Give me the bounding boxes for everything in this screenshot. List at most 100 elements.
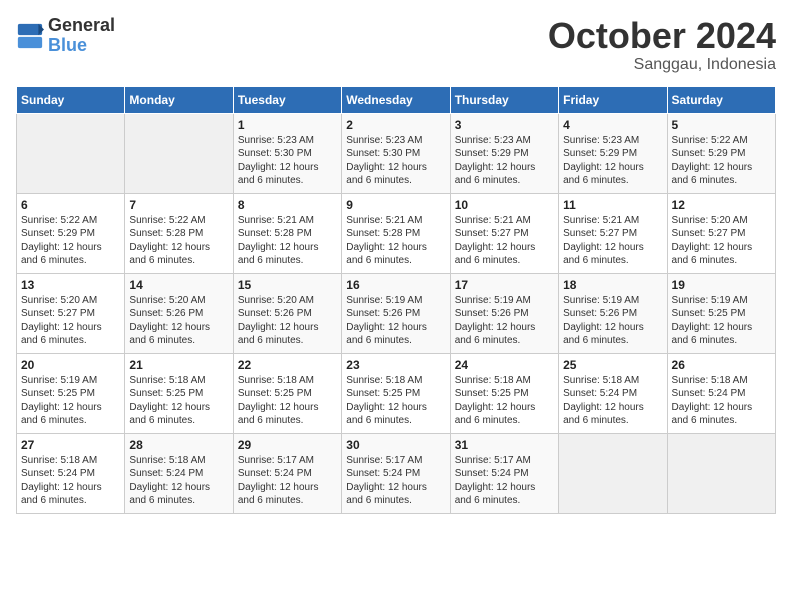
calendar-cell <box>125 113 233 193</box>
day-info: Sunrise: 5:17 AM Sunset: 5:24 PM Dayligh… <box>238 454 337 508</box>
page-header: General Blue October 2024 Sanggau, Indon… <box>16 16 776 74</box>
day-info: Sunrise: 5:21 AM Sunset: 5:28 PM Dayligh… <box>238 214 337 268</box>
day-number: 4 <box>563 118 662 132</box>
day-info: Sunrise: 5:22 AM Sunset: 5:29 PM Dayligh… <box>21 214 120 268</box>
day-info: Sunrise: 5:22 AM Sunset: 5:29 PM Dayligh… <box>672 134 771 188</box>
day-number: 25 <box>563 358 662 372</box>
day-info: Sunrise: 5:23 AM Sunset: 5:29 PM Dayligh… <box>455 134 554 188</box>
day-header: Friday <box>559 86 667 113</box>
day-info: Sunrise: 5:23 AM Sunset: 5:30 PM Dayligh… <box>346 134 445 188</box>
day-number: 9 <box>346 198 445 212</box>
day-header: Thursday <box>450 86 558 113</box>
calendar-cell <box>17 113 125 193</box>
day-info: Sunrise: 5:19 AM Sunset: 5:25 PM Dayligh… <box>21 374 120 428</box>
day-number: 22 <box>238 358 337 372</box>
day-info: Sunrise: 5:21 AM Sunset: 5:27 PM Dayligh… <box>563 214 662 268</box>
day-number: 29 <box>238 438 337 452</box>
calendar-cell: 7 Sunrise: 5:22 AM Sunset: 5:28 PM Daylig… <box>125 193 233 273</box>
calendar-cell: 22 Sunrise: 5:18 AM Sunset: 5:25 PM Dayli… <box>233 353 341 433</box>
day-info: Sunrise: 5:23 AM Sunset: 5:30 PM Dayligh… <box>238 134 337 188</box>
day-info: Sunrise: 5:18 AM Sunset: 5:24 PM Dayligh… <box>129 454 228 508</box>
day-info: Sunrise: 5:21 AM Sunset: 5:27 PM Dayligh… <box>455 214 554 268</box>
day-header: Sunday <box>17 86 125 113</box>
day-number: 14 <box>129 278 228 292</box>
calendar-cell: 24Sunrise: 5:18 AM Sunset: 5:25 PM Dayli… <box>450 353 558 433</box>
calendar-cell: 31 Sunrise: 5:17 AM Sunset: 5:24 PM Dayli… <box>450 433 558 513</box>
calendar-cell <box>667 433 775 513</box>
day-number: 30 <box>346 438 445 452</box>
calendar-cell: 5Sunrise: 5:22 AM Sunset: 5:29 PM Daylig… <box>667 113 775 193</box>
calendar-cell: 10 Sunrise: 5:21 AM Sunset: 5:27 PM Dayli… <box>450 193 558 273</box>
day-info: Sunrise: 5:18 AM Sunset: 5:24 PM Dayligh… <box>21 454 120 508</box>
day-info: Sunrise: 5:21 AM Sunset: 5:28 PM Dayligh… <box>346 214 445 268</box>
day-info: Sunrise: 5:19 AM Sunset: 5:26 PM Dayligh… <box>563 294 662 348</box>
calendar-cell: 21 Sunrise: 5:18 AM Sunset: 5:25 PM Dayli… <box>125 353 233 433</box>
day-info: Sunrise: 5:20 AM Sunset: 5:27 PM Dayligh… <box>672 214 771 268</box>
day-number: 11 <box>563 198 662 212</box>
calendar-week-row: 1 Sunrise: 5:23 AM Sunset: 5:30 PM Daylig… <box>17 113 776 193</box>
day-number: 18 <box>563 278 662 292</box>
day-header: Saturday <box>667 86 775 113</box>
calendar-cell: 13Sunrise: 5:20 AM Sunset: 5:27 PM Dayli… <box>17 273 125 353</box>
day-number: 27 <box>21 438 120 452</box>
header-row: SundayMondayTuesdayWednesdayThursdayFrid… <box>17 86 776 113</box>
calendar-cell: 30 Sunrise: 5:17 AM Sunset: 5:24 PM Dayli… <box>342 433 450 513</box>
calendar-week-row: 13Sunrise: 5:20 AM Sunset: 5:27 PM Dayli… <box>17 273 776 353</box>
day-info: Sunrise: 5:17 AM Sunset: 5:24 PM Dayligh… <box>346 454 445 508</box>
calendar-cell: 4Sunrise: 5:23 AM Sunset: 5:29 PM Daylig… <box>559 113 667 193</box>
day-number: 15 <box>238 278 337 292</box>
calendar-cell: 8 Sunrise: 5:21 AM Sunset: 5:28 PM Daylig… <box>233 193 341 273</box>
day-number: 28 <box>129 438 228 452</box>
day-info: Sunrise: 5:19 AM Sunset: 5:26 PM Dayligh… <box>346 294 445 348</box>
day-number: 1 <box>238 118 337 132</box>
calendar-cell <box>559 433 667 513</box>
day-info: Sunrise: 5:18 AM Sunset: 5:25 PM Dayligh… <box>346 374 445 428</box>
calendar-cell: 19Sunrise: 5:19 AM Sunset: 5:25 PM Dayli… <box>667 273 775 353</box>
calendar-cell: 1 Sunrise: 5:23 AM Sunset: 5:30 PM Daylig… <box>233 113 341 193</box>
calendar-week-row: 20 Sunrise: 5:19 AM Sunset: 5:25 PM Dayli… <box>17 353 776 433</box>
calendar-cell: 9 Sunrise: 5:21 AM Sunset: 5:28 PM Daylig… <box>342 193 450 273</box>
day-info: Sunrise: 5:20 AM Sunset: 5:27 PM Dayligh… <box>21 294 120 348</box>
title-block: October 2024 Sanggau, Indonesia <box>548 16 776 74</box>
logo-icon <box>16 22 44 50</box>
calendar-cell: 26Sunrise: 5:18 AM Sunset: 5:24 PM Dayli… <box>667 353 775 433</box>
day-info: Sunrise: 5:18 AM Sunset: 5:24 PM Dayligh… <box>563 374 662 428</box>
calendar-cell: 27 Sunrise: 5:18 AM Sunset: 5:24 PM Dayli… <box>17 433 125 513</box>
day-info: Sunrise: 5:20 AM Sunset: 5:26 PM Dayligh… <box>238 294 337 348</box>
logo: General Blue <box>16 16 115 56</box>
day-info: Sunrise: 5:18 AM Sunset: 5:25 PM Dayligh… <box>129 374 228 428</box>
calendar-week-row: 6 Sunrise: 5:22 AM Sunset: 5:29 PM Daylig… <box>17 193 776 273</box>
month-title: October 2024 <box>548 16 776 56</box>
calendar-cell: 2Sunrise: 5:23 AM Sunset: 5:30 PM Daylig… <box>342 113 450 193</box>
calendar-cell: 25 Sunrise: 5:18 AM Sunset: 5:24 PM Dayli… <box>559 353 667 433</box>
calendar-cell: 15 Sunrise: 5:20 AM Sunset: 5:26 PM Dayli… <box>233 273 341 353</box>
day-header: Wednesday <box>342 86 450 113</box>
day-number: 17 <box>455 278 554 292</box>
calendar-cell: 14 Sunrise: 5:20 AM Sunset: 5:26 PM Dayli… <box>125 273 233 353</box>
day-number: 6 <box>21 198 120 212</box>
day-number: 20 <box>21 358 120 372</box>
calendar-table: SundayMondayTuesdayWednesdayThursdayFrid… <box>16 86 776 514</box>
day-info: Sunrise: 5:18 AM Sunset: 5:25 PM Dayligh… <box>455 374 554 428</box>
calendar-cell: 6 Sunrise: 5:22 AM Sunset: 5:29 PM Daylig… <box>17 193 125 273</box>
day-number: 31 <box>455 438 554 452</box>
day-number: 12 <box>672 198 771 212</box>
location: Sanggau, Indonesia <box>548 56 776 74</box>
logo-line1: General <box>48 16 115 36</box>
day-number: 23 <box>346 358 445 372</box>
day-info: Sunrise: 5:22 AM Sunset: 5:28 PM Dayligh… <box>129 214 228 268</box>
day-info: Sunrise: 5:20 AM Sunset: 5:26 PM Dayligh… <box>129 294 228 348</box>
calendar-cell: 23 Sunrise: 5:18 AM Sunset: 5:25 PM Dayli… <box>342 353 450 433</box>
calendar-cell: 17Sunrise: 5:19 AM Sunset: 5:26 PM Dayli… <box>450 273 558 353</box>
day-number: 19 <box>672 278 771 292</box>
logo-text: General Blue <box>48 16 115 56</box>
day-number: 21 <box>129 358 228 372</box>
day-info: Sunrise: 5:17 AM Sunset: 5:24 PM Dayligh… <box>455 454 554 508</box>
day-number: 16 <box>346 278 445 292</box>
day-number: 7 <box>129 198 228 212</box>
day-number: 26 <box>672 358 771 372</box>
day-info: Sunrise: 5:18 AM Sunset: 5:25 PM Dayligh… <box>238 374 337 428</box>
day-number: 8 <box>238 198 337 212</box>
day-number: 10 <box>455 198 554 212</box>
calendar-cell: 29 Sunrise: 5:17 AM Sunset: 5:24 PM Dayli… <box>233 433 341 513</box>
